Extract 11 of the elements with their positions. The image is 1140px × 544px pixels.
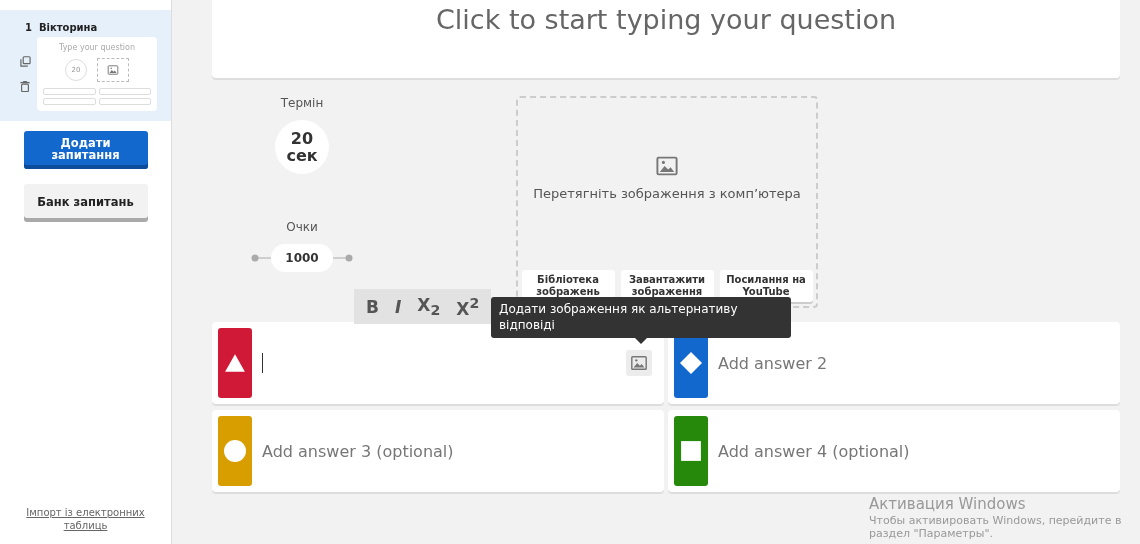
tooltip: Додати зображення як альтернативу відповіді	[491, 297, 791, 338]
time-label: Термін	[280, 96, 324, 110]
answer-placeholder: Add answer 3 (optional)	[262, 441, 454, 461]
thumbnail-question: Type your question	[59, 43, 135, 52]
answer-placeholder: Add answer 2	[718, 353, 828, 373]
answer-placeholder: Add answer 4 (optional)	[718, 441, 910, 461]
activation-text: Чтобы активировать Windows, перейдите в раздел "Параметры".	[869, 514, 1123, 540]
points-label: Очки	[286, 220, 318, 234]
activation-title: Активация Windows	[869, 496, 1027, 513]
drop-hint: Перетягніть зображення з комп’ютера	[533, 186, 801, 201]
slide-title: 1 Вікторина	[24, 22, 99, 33]
